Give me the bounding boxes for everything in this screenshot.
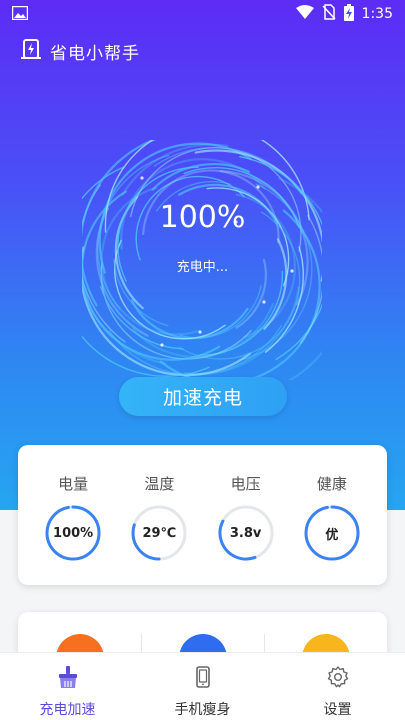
stat-value: 3.8v [229, 525, 262, 541]
charging-plug-logo-icon [20, 38, 42, 64]
stat-value: 100% [53, 525, 94, 541]
broom-icon [56, 665, 80, 693]
app-title: 省电小帮手 [50, 43, 140, 64]
battery-charging-icon [343, 3, 354, 25]
nav-label: 手机瘦身 [174, 702, 231, 718]
swirl-arc [178, 285, 262, 339]
app-bar: 省电小帮手 [20, 38, 140, 64]
gallery-notification-icon [11, 5, 29, 24]
status-bar: 1:35 [0, 0, 405, 28]
stat-label: 温度 [144, 475, 175, 493]
nav-label: 充电加速 [39, 702, 96, 718]
stat-temperature: 温度 29℃ [124, 445, 194, 585]
battery-stats-card: 电量 100% 温度 29℃ 电压 3.8v 健康 优 [18, 445, 387, 585]
stat-label: 健康 [316, 475, 347, 493]
gear-icon [326, 665, 350, 693]
swirl-dot [256, 185, 260, 189]
boost-charge-button[interactable]: 加速充电 [119, 377, 287, 416]
nav-item-settings[interactable]: 设置 [270, 653, 405, 720]
stat-ring: 3.8v [217, 504, 275, 562]
nav-item-phone-slim[interactable]: 手机瘦身 [135, 653, 270, 720]
stat-ring: 29℃ [130, 504, 188, 562]
charge-percent: 100% [159, 200, 246, 235]
stat-value: 29℃ [142, 525, 177, 541]
stat-health: 健康 优 [297, 445, 367, 585]
wifi-icon [295, 5, 314, 23]
swirl-arc [159, 209, 321, 380]
phone-icon [191, 665, 215, 693]
stat-value: 优 [325, 527, 339, 543]
stat-battery-level: 电量 100% [38, 445, 108, 585]
swirl-dot [140, 176, 144, 180]
stat-ring: 100% [44, 504, 102, 562]
nav-item-charge-boost[interactable]: 充电加速 [0, 653, 135, 720]
stat-voltage: 电压 3.8v [211, 445, 281, 585]
swirl-dot [262, 300, 266, 304]
charging-status: 充电中... [176, 260, 229, 275]
swirl-arc [100, 286, 184, 350]
charging-hero: 1:35 省电小帮手 100% 充电中... 加速充电 [0, 0, 405, 510]
bottom-navigation: 充电加速 手机瘦身 设置 [0, 652, 405, 720]
swirl-dot [160, 343, 164, 347]
stat-ring: 优 [303, 504, 361, 562]
stat-label: 电量 [58, 475, 89, 493]
swirl-dot [198, 330, 202, 334]
no-sim-icon [321, 4, 336, 24]
clock-time: 1:35 [361, 6, 393, 22]
stat-label: 电压 [230, 475, 261, 493]
nav-label: 设置 [323, 702, 352, 718]
